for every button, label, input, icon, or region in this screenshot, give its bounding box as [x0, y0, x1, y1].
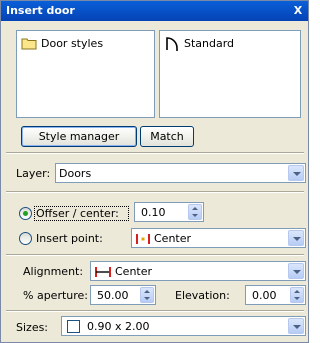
list-item-standard[interactable]: Standard — [164, 34, 234, 52]
offset-center-radio[interactable] — [19, 207, 32, 220]
spinner-icon[interactable] — [188, 204, 202, 220]
insert-point-label[interactable]: Insert point: — [36, 232, 103, 245]
list-item-label: Standard — [184, 36, 235, 50]
sizes-select[interactable]: 0.90 x 2.00 — [61, 316, 306, 336]
list-item-door-styles[interactable]: Door styles — [21, 34, 103, 52]
aperture-label: % aperture: — [23, 289, 89, 302]
alignment-label: Alignment: — [23, 265, 84, 278]
alignment-select[interactable]: Center — [90, 261, 306, 281]
spinner-icon[interactable] — [140, 287, 154, 303]
offset-value: 0.10 — [141, 206, 166, 219]
style-list[interactable]: Door styles — [16, 30, 155, 118]
divider — [6, 152, 304, 154]
chevron-down-icon[interactable] — [288, 263, 304, 279]
elevation-value: 0.00 — [252, 289, 277, 302]
layer-label: Layer: — [16, 167, 51, 180]
layer-select[interactable]: Doors — [55, 163, 306, 183]
chevron-down-icon[interactable] — [288, 165, 304, 181]
style-manager-button[interactable]: Style manager — [21, 126, 137, 147]
alignment-value-wrap: Center — [94, 265, 152, 278]
window-title: Insert door — [6, 4, 75, 17]
alignment-value: Center — [115, 265, 153, 278]
door-swing-icon — [166, 37, 178, 51]
chevron-down-icon[interactable] — [288, 318, 304, 334]
offset-center-label[interactable]: Offser / center: — [36, 207, 119, 220]
divider — [6, 310, 304, 312]
spinner-icon[interactable] — [290, 287, 304, 303]
title-bar[interactable]: Insert door X — [1, 1, 308, 21]
divider — [6, 191, 304, 193]
insert-door-panel: Insert door X Door styles Standard Style… — [0, 0, 309, 343]
match-button[interactable]: Match — [140, 126, 194, 147]
chevron-down-icon[interactable] — [288, 230, 304, 246]
aperture-input[interactable]: 50.00 — [90, 285, 156, 305]
close-button[interactable]: X — [291, 3, 305, 18]
insert-point-select[interactable]: Center — [131, 228, 306, 248]
offset-input[interactable]: 0.10 — [134, 202, 204, 222]
elevation-label: Elevation: — [175, 289, 230, 302]
door-type-list[interactable]: Standard — [159, 30, 301, 118]
insert-point-radio[interactable] — [19, 232, 32, 245]
size-checkbox[interactable] — [67, 320, 80, 333]
layer-value: Doors — [59, 167, 92, 180]
divider — [6, 254, 304, 256]
insert-point-value-wrap: Center — [135, 232, 191, 245]
center-marker-icon — [136, 233, 150, 244]
aperture-value: 50.00 — [97, 289, 129, 302]
insert-point-value: Center — [154, 232, 192, 245]
sizes-label: Sizes: — [16, 321, 49, 334]
center-align-icon — [95, 266, 111, 277]
list-item-label: Door styles — [41, 36, 104, 50]
elevation-input[interactable]: 0.00 — [245, 285, 306, 305]
folder-icon — [21, 38, 37, 50]
sizes-value: 0.90 x 2.00 — [87, 320, 150, 333]
